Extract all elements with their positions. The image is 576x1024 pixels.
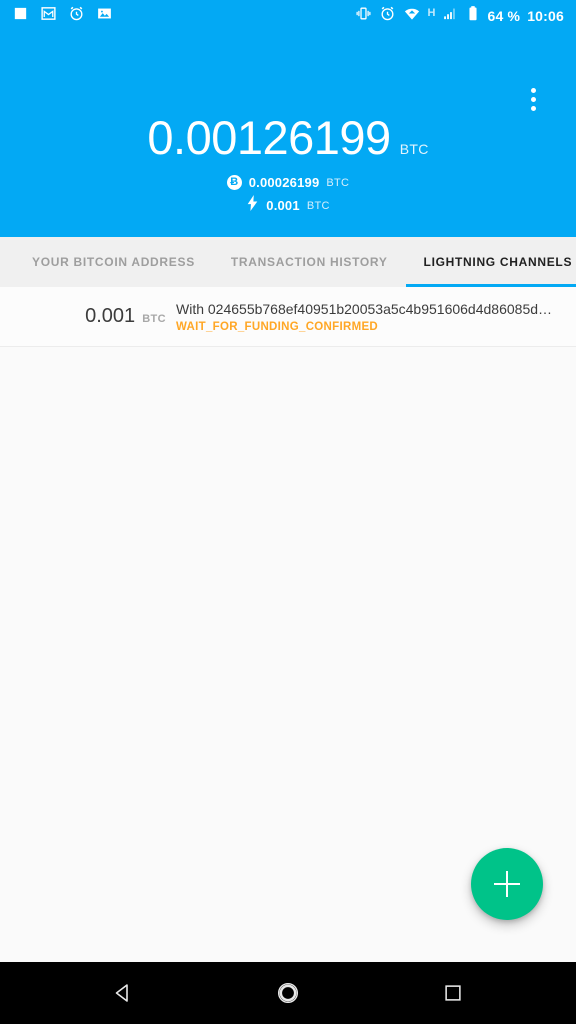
network-type-label: H [427, 6, 436, 19]
alarm-clock-icon [68, 5, 85, 27]
overflow-dot [531, 97, 536, 102]
onchain-balance-row: Ƀ 0.00026199 BTC [0, 175, 576, 190]
android-nav-bar [0, 962, 576, 1024]
total-balance-amount: 0.00126199 [147, 111, 391, 164]
plus-icon [505, 871, 509, 897]
photo-icon [96, 5, 113, 27]
vibrate-icon [355, 5, 372, 27]
tab-lightning-channels[interactable]: LIGHTNING CHANNELS [405, 237, 576, 287]
back-button[interactable] [93, 963, 153, 1023]
list-item[interactable]: 0.001 BTC With 024655b768ef40951b20053a5… [0, 287, 576, 347]
status-bar-system: H 64 % 10:06 [355, 5, 564, 28]
status-badge: WAIT_FOR_FUNDING_CONFIRMED [176, 320, 379, 333]
channels-list: 0.001 BTC With 024655b768ef40951b20053a5… [0, 287, 576, 962]
overflow-dot [531, 106, 536, 111]
lightning-balance-unit: BTC [306, 199, 330, 212]
channel-amount: 0.001 BTC [0, 305, 176, 328]
balance-header: 0.00126199 BTC Ƀ 0.00026199 BTC 0.001 BT… [0, 32, 576, 237]
onchain-balance-amount: 0.00026199 [248, 175, 320, 190]
clock-label: 10:06 [527, 8, 564, 24]
overflow-dot [531, 88, 536, 93]
total-balance-unit: BTC [399, 141, 429, 157]
onchain-balance-unit: BTC [326, 176, 350, 189]
channel-peer-label: With 024655b768ef40951b20053a5c4b951606d… [176, 301, 553, 317]
app-root: H 64 % 10:06 0.00126199 BTC Ƀ 0.00026199… [0, 0, 576, 1024]
status-bar: H 64 % 10:06 [0, 0, 576, 32]
alarm-clock-icon [379, 5, 396, 27]
lightning-balance-amount: 0.001 [266, 198, 300, 213]
recents-button[interactable] [423, 963, 483, 1023]
signal-icon [442, 5, 459, 27]
news-icon [12, 5, 29, 27]
tab-transaction-history[interactable]: TRANSACTION HISTORY [213, 237, 406, 287]
home-button[interactable] [258, 963, 318, 1023]
battery-icon [466, 5, 480, 27]
status-bar-notifications [12, 5, 113, 27]
gmail-icon [40, 5, 57, 27]
lightning-bolt-icon [246, 195, 259, 216]
total-balance: 0.00126199 BTC [0, 114, 576, 161]
bitcoin-icon: Ƀ [226, 175, 242, 190]
add-channel-button[interactable] [471, 848, 543, 920]
channel-detail: With 024655b768ef40951b20053a5c4b951606d… [176, 300, 560, 333]
battery-percent-label: 64 % [487, 8, 521, 24]
tab-bar: YOUR BITCOIN ADDRESS TRANSACTION HISTORY… [0, 237, 576, 287]
channel-amount-value: 0.001 [85, 304, 136, 327]
overflow-menu-icon[interactable] [527, 84, 540, 115]
wifi-icon [403, 5, 421, 28]
lightning-balance-row: 0.001 BTC [0, 195, 576, 216]
tab-your-bitcoin-address[interactable]: YOUR BITCOIN ADDRESS [14, 237, 213, 287]
channel-amount-unit: BTC [142, 312, 166, 325]
